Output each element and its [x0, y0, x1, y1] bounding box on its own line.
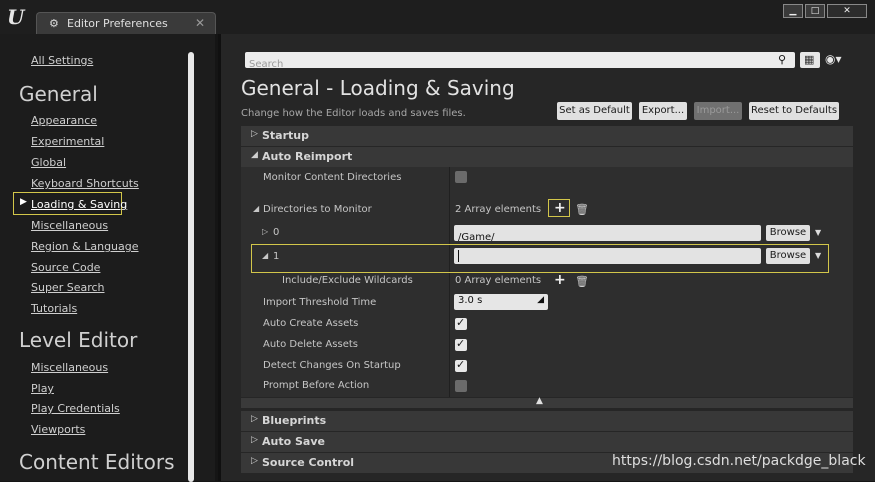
add-wildcard-button[interactable]: +: [554, 273, 566, 287]
directories-count: 2 Array elements: [455, 204, 542, 215]
unreal-logo-icon: U: [7, 5, 25, 29]
sidebar-section-content-editors: Content Editors: [19, 450, 175, 474]
sidebar-item-play-credentials[interactable]: Play Credentials: [31, 402, 120, 416]
sidebar-item-super-search[interactable]: Super Search: [31, 281, 105, 295]
delete-all-trash-icon[interactable]: 🗑: [575, 203, 589, 216]
window-controls: ▁ □ ✕: [781, 4, 867, 18]
import-threshold-value: 3.0 s: [458, 295, 483, 306]
sidebar-item-loading-saving[interactable]: Loading & Saving: [31, 198, 127, 212]
title-bar: U ⚙ Editor Preferences ✕ ▁ □ ✕: [0, 0, 875, 34]
visibility-eye-icon[interactable]: ◉▾: [825, 52, 842, 66]
watermark-text: https://blog.csdn.net/packdge_black: [612, 453, 866, 469]
category-label: Blueprints: [262, 414, 327, 427]
category-label: Auto Save: [262, 435, 325, 448]
sidebar-section-general: General: [19, 82, 98, 106]
import-threshold-field[interactable]: 3.0 s ◢: [454, 294, 548, 310]
sidebar-item-play[interactable]: Play: [31, 382, 54, 396]
expand-arrow-icon: ▷: [251, 414, 258, 424]
prompt-before-action-label: Prompt Before Action: [263, 380, 370, 391]
selected-arrow-icon: ▶: [20, 197, 27, 207]
auto-create-assets-label: Auto Create Assets: [263, 318, 359, 329]
category-startup[interactable]: ▷ Startup: [241, 126, 853, 146]
entry-1-index: 1: [273, 251, 280, 262]
collapse-arrow-icon[interactable]: ◢: [262, 251, 268, 260]
tab-label: Editor Preferences: [67, 17, 168, 30]
entry-0-index: 0: [273, 227, 280, 238]
entry-1-path-input[interactable]: [454, 252, 758, 269]
expand-arrow-icon: ▷: [251, 456, 258, 466]
reset-to-defaults-button[interactable]: Reset to Defaults: [749, 102, 839, 120]
auto-create-assets-checkbox[interactable]: ✓: [455, 316, 467, 330]
entry-1-dropdown-icon[interactable]: ▼: [815, 251, 821, 260]
collapse-arrow-icon[interactable]: ◢: [253, 204, 259, 213]
collapse-arrow-icon: ◢: [251, 150, 258, 160]
entry-0-dropdown-icon[interactable]: ▼: [815, 228, 821, 237]
sidebar-item-tutorials[interactable]: Tutorials: [31, 302, 77, 316]
category-label: Source Control: [262, 456, 355, 469]
minimize-button[interactable]: ▁: [783, 4, 803, 18]
view-options-button[interactable]: ▦: [800, 52, 820, 68]
text-cursor: [458, 250, 459, 262]
wildcards-label: Include/Exclude Wildcards: [282, 275, 413, 286]
export-button[interactable]: Export...: [639, 102, 687, 120]
checkmark-icon: ✓: [456, 337, 466, 350]
expand-arrow-icon[interactable]: ▷: [262, 227, 268, 236]
category-auto-save[interactable]: ▷ Auto Save: [241, 432, 853, 452]
detect-changes-checkbox[interactable]: ✓: [455, 358, 467, 372]
grid-icon: ▦: [804, 53, 815, 66]
sidebar-item-keyboard-shortcuts[interactable]: Keyboard Shortcuts: [31, 177, 139, 191]
entry-1-path-field[interactable]: [454, 248, 761, 269]
page-title: General - Loading & Saving: [241, 76, 515, 100]
sidebar-item-all-settings[interactable]: All Settings: [31, 54, 93, 68]
preferences-icon: ⚙: [49, 17, 59, 30]
sidebar-item-experimental[interactable]: Experimental: [31, 135, 104, 149]
add-element-button[interactable]: +: [554, 201, 566, 215]
sidebar-section-level-editor: Level Editor: [19, 328, 138, 352]
category-blueprints[interactable]: ▷ Blueprints: [241, 411, 853, 431]
sidebar-item-global[interactable]: Global: [31, 156, 66, 170]
tab-close-icon[interactable]: ✕: [195, 16, 205, 30]
set-as-default-button[interactable]: Set as Default: [557, 102, 632, 120]
search-box[interactable]: [245, 52, 795, 73]
entry-0-path-field[interactable]: [454, 225, 761, 246]
sidebar-item-viewports[interactable]: Viewports: [31, 423, 85, 437]
directories-to-monitor-label: Directories to Monitor: [263, 204, 372, 215]
checkmark-icon: ✓: [456, 358, 466, 371]
entry-0-browse-button[interactable]: Browse: [766, 225, 810, 241]
category-label: Auto Reimport: [262, 150, 353, 163]
monitor-content-dirs-label: Monitor Content Directories: [263, 172, 402, 183]
search-input[interactable]: [245, 56, 759, 73]
import-threshold-label: Import Threshold Time: [263, 297, 377, 308]
category-auto-reimport[interactable]: ◢ Auto Reimport: [241, 147, 853, 167]
sidebar-item-miscellaneous[interactable]: Miscellaneous: [31, 219, 108, 233]
checkmark-icon: ✓: [456, 316, 466, 329]
sidebar-item-level-miscellaneous[interactable]: Miscellaneous: [31, 361, 108, 375]
column-divider[interactable]: [449, 167, 450, 397]
sidebar-item-region-language[interactable]: Region & Language: [31, 240, 139, 254]
entry-1-browse-button[interactable]: Browse: [766, 248, 810, 264]
category-label: Startup: [262, 129, 309, 142]
page-subtitle: Change how the Editor loads and saves fi…: [241, 108, 466, 119]
sidebar-item-source-code[interactable]: Source Code: [31, 261, 100, 275]
sidebar-scrollbar[interactable]: [188, 52, 194, 482]
maximize-button[interactable]: □: [805, 4, 825, 18]
expand-arrow-icon: ▷: [251, 129, 258, 139]
collapse-section-bar[interactable]: ▲: [241, 396, 853, 408]
import-button[interactable]: Import...: [694, 102, 742, 120]
detect-changes-label: Detect Changes On Startup: [263, 360, 401, 371]
close-window-button[interactable]: ✕: [827, 4, 867, 18]
expand-arrow-icon: ▷: [251, 435, 258, 445]
tab-editor-preferences[interactable]: ⚙ Editor Preferences ✕: [36, 12, 216, 34]
collapse-up-icon: ▲: [536, 396, 543, 406]
auto-delete-assets-checkbox[interactable]: ✓: [455, 337, 467, 351]
auto-delete-assets-label: Auto Delete Assets: [263, 339, 358, 350]
monitor-content-dirs-checkbox[interactable]: [455, 171, 467, 183]
sidebar-item-appearance[interactable]: Appearance: [31, 114, 97, 128]
drag-handle-icon[interactable]: ◢: [537, 295, 544, 305]
search-icon[interactable]: ⚲: [778, 53, 786, 66]
prompt-before-action-checkbox[interactable]: [455, 380, 467, 392]
wildcards-count: 0 Array elements: [455, 275, 542, 286]
delete-wildcards-trash-icon[interactable]: 🗑: [575, 275, 589, 288]
